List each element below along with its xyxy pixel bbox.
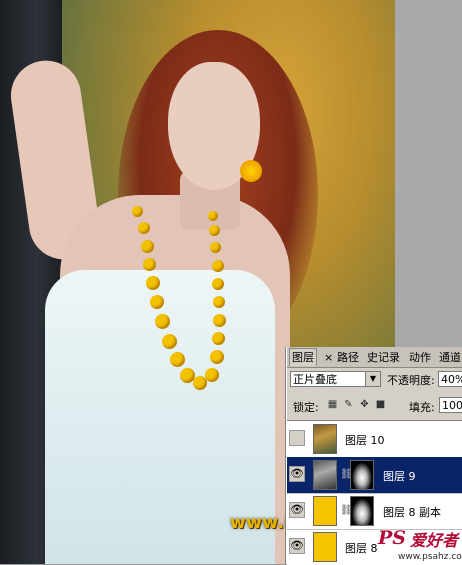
brand-url: www.psahz.com	[398, 552, 462, 562]
lock-all-icon[interactable]: ■	[375, 399, 386, 410]
tab-layers[interactable]: 图层	[289, 348, 317, 366]
layer-thumbnail	[313, 496, 337, 526]
eye-icon[interactable]	[289, 430, 305, 446]
necklace-bead	[155, 314, 170, 329]
blend-row: 正片叠底 ▼ 不透明度: 40%	[287, 371, 462, 391]
necklace-bead	[146, 276, 160, 290]
tab-actions[interactable]: 动作	[407, 349, 433, 366]
layer-mask-thumbnail[interactable]	[350, 496, 374, 526]
eye-icon[interactable]: 👁	[289, 538, 305, 554]
necklace-bead	[138, 222, 150, 234]
necklace-bead	[210, 350, 224, 364]
tab-close-icon[interactable]: ×	[322, 349, 335, 366]
necklace-bead	[208, 211, 218, 221]
eye-icon[interactable]: 👁	[289, 466, 305, 482]
fill-label: 填充:	[409, 401, 435, 414]
necklace-bead	[162, 334, 177, 349]
necklace-bead	[212, 260, 224, 272]
eye-icon[interactable]: 👁	[289, 502, 305, 518]
layer-thumbnail	[313, 424, 337, 454]
layer-mask-thumbnail[interactable]	[350, 460, 374, 490]
necklace-bead	[212, 278, 224, 290]
layer-name: 图层 8	[345, 542, 378, 555]
fill-input[interactable]: 100%	[439, 397, 462, 413]
necklace-bead	[213, 296, 225, 308]
necklace-bead	[205, 368, 219, 382]
layer-row[interactable]: 👁 ⛓ 图层 9	[287, 457, 462, 494]
lock-row: 锁定: ▦ ✎ ✥ ■ 填充: 100%	[287, 397, 462, 415]
necklace-bead	[143, 258, 156, 271]
layer-row[interactable]: 👁 ⛓ 图层 8 副本	[287, 493, 462, 530]
brand-logo-latin: PS	[378, 527, 407, 549]
layer-thumbnail	[313, 532, 337, 562]
necklace-bead	[210, 242, 221, 253]
necklace-bead	[212, 332, 225, 345]
opacity-label: 不透明度:	[387, 374, 435, 387]
lock-brush-icon[interactable]: ✎	[343, 399, 354, 410]
layer-row[interactable]: 图层 10	[287, 421, 462, 458]
necklace-bead	[209, 225, 220, 236]
hair-flower	[240, 160, 262, 182]
necklace-bead	[170, 352, 185, 367]
necklace-bead	[213, 314, 226, 327]
layer-name: 图层 10	[345, 434, 385, 447]
brand-logo-cn: 爱好者	[410, 531, 459, 550]
blend-mode-value: 正片叠底	[293, 373, 337, 386]
opacity-input[interactable]: 40%	[438, 371, 462, 387]
necklace-bead	[132, 206, 143, 217]
tab-channels[interactable]: 通道	[437, 349, 462, 366]
layer-name: 图层 8 副本	[383, 506, 441, 519]
panel-tab-bar: 图层 × 路径 史记录 动作 通道	[287, 347, 462, 368]
necklace-bead	[150, 295, 164, 309]
lock-move-icon[interactable]: ✥	[359, 399, 370, 410]
lock-transparency-icon[interactable]: ▦	[327, 399, 338, 410]
layer-name: 图层 9	[383, 470, 416, 483]
lock-label: 锁定:	[293, 401, 319, 414]
chevron-down-icon[interactable]: ▼	[365, 372, 380, 386]
blend-mode-select[interactable]: 正片叠底 ▼	[290, 371, 381, 387]
necklace-bead	[141, 240, 154, 253]
tab-history[interactable]: 史记录	[365, 349, 402, 366]
tab-paths[interactable]: 路径	[335, 349, 361, 366]
layer-thumbnail	[313, 460, 337, 490]
